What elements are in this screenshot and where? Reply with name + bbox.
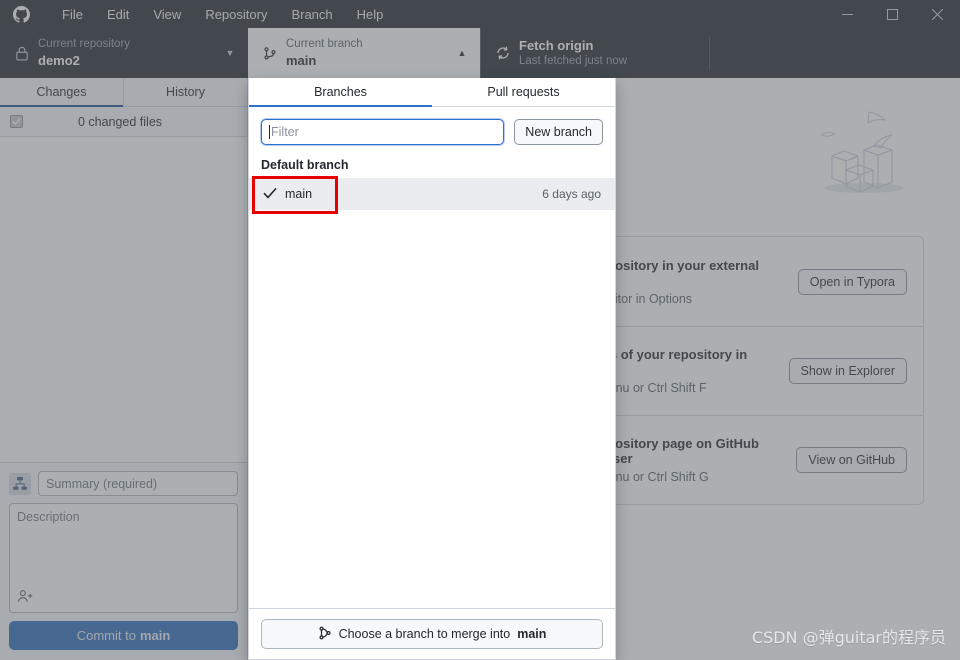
title-bar: File Edit View Repository Branch Help	[0, 0, 960, 28]
branch-updated-time: 6 days ago	[542, 187, 601, 201]
empty-boxes-illustration	[802, 106, 920, 203]
current-repository-button[interactable]: Current repository demo2 ▼	[0, 28, 248, 78]
current-repository-text: Current repository demo2	[38, 37, 222, 69]
changes-sidebar: Changes History 0 changed files Summary …	[0, 78, 248, 660]
tab-branches[interactable]: Branches	[249, 78, 432, 107]
tab-history[interactable]: History	[123, 78, 247, 106]
chevron-up-icon: ▲	[457, 48, 467, 58]
select-all-checkbox[interactable]	[10, 115, 23, 128]
menu-item-edit[interactable]: Edit	[95, 3, 141, 26]
menu-item-file[interactable]: File	[50, 3, 95, 26]
menu-item-view[interactable]: View	[141, 3, 193, 26]
github-logo-icon	[6, 0, 36, 28]
branch-dropdown-popup: Branches Pull requests Filter New branch…	[248, 78, 616, 660]
default-branch-heading: Default branch	[261, 158, 349, 172]
merge-button-branch: main	[517, 627, 547, 641]
fetch-origin-subtitle: Last fetched just now	[519, 55, 628, 67]
branch-filter-input[interactable]: Filter	[261, 119, 505, 145]
menu-bar: File Edit View Repository Branch Help	[50, 3, 395, 26]
maximize-button[interactable]	[870, 0, 915, 28]
current-branch-button[interactable]: Current branch main ▲	[248, 28, 480, 78]
add-coauthor-icon[interactable]	[17, 589, 34, 607]
commit-summary-input[interactable]: Summary (required)	[38, 471, 238, 496]
branch-list-item-main[interactable]: main 6 days ago	[249, 178, 615, 210]
current-branch-text: Current branch main	[286, 37, 454, 69]
minimize-button[interactable]	[825, 0, 870, 28]
current-repository-value: demo2	[38, 53, 80, 68]
new-branch-button[interactable]: New branch	[514, 119, 603, 145]
menu-item-repository[interactable]: Repository	[193, 3, 279, 26]
toolbar-spacer	[710, 28, 960, 78]
branch-filter-row: Filter New branch	[249, 107, 615, 153]
git-branch-icon	[258, 46, 282, 61]
commit-author-icon	[9, 472, 31, 495]
toolbar: Current repository demo2 ▼ Current branc…	[0, 28, 960, 78]
changed-files-count: 0 changed files	[77, 114, 163, 129]
text-cursor	[269, 125, 270, 139]
sidebar-tabs: Changes History	[0, 78, 247, 107]
commit-description-placeholder: Description	[17, 510, 80, 524]
branch-list: main 6 days ago	[249, 178, 615, 608]
tab-pull-requests[interactable]: Pull requests	[432, 78, 615, 106]
current-branch-value: main	[286, 53, 317, 68]
menu-item-help[interactable]: Help	[345, 3, 396, 26]
commit-button-prefix: Commit to	[76, 628, 136, 643]
branch-name: main	[285, 187, 313, 201]
chevron-down-icon: ▼	[225, 48, 235, 58]
menu-item-branch[interactable]: Branch	[279, 3, 344, 26]
merge-branch-button[interactable]: Choose a branch to merge into main	[261, 619, 603, 649]
sync-icon	[491, 45, 515, 61]
branch-popup-footer: Choose a branch to merge into main	[249, 608, 615, 659]
commit-button-branch: main	[139, 628, 171, 643]
commit-description-input[interactable]: Description	[9, 503, 238, 613]
open-in-typora-button[interactable]: Open in Typora	[797, 268, 907, 295]
github-desktop-window: File Edit View Repository Branch Help Cu…	[0, 0, 960, 660]
git-merge-icon	[318, 626, 332, 643]
changed-file-list[interactable]	[0, 137, 247, 462]
view-on-github-button[interactable]: View on GitHub	[796, 447, 907, 473]
merge-button-prefix: Choose a branch to merge into	[338, 627, 511, 641]
commit-button[interactable]: Commit to main	[9, 621, 238, 650]
fetch-origin-title: Fetch origin	[519, 38, 594, 53]
fetch-origin-text: Fetch origin Last fetched just now	[519, 37, 700, 69]
check-icon	[263, 186, 285, 202]
fetch-origin-button[interactable]: Fetch origin Last fetched just now	[480, 28, 710, 78]
commit-area: Summary (required) Description Commit to	[0, 462, 247, 660]
changed-files-header: 0 changed files	[0, 107, 247, 137]
window-controls	[825, 0, 960, 28]
watermark: CSDN @弹guitar的程序员	[751, 628, 946, 647]
lock-icon	[10, 46, 34, 61]
current-repository-caption: Current repository	[38, 38, 131, 50]
branch-filter-placeholder: Filter	[271, 125, 299, 139]
current-branch-caption: Current branch	[286, 38, 363, 50]
tab-changes[interactable]: Changes	[0, 78, 123, 107]
close-button[interactable]	[915, 0, 960, 28]
show-in-explorer-button[interactable]: Show in Explorer	[788, 358, 907, 384]
branch-popup-tabs: Branches Pull requests	[249, 78, 615, 107]
commit-summary-row: Summary (required)	[9, 471, 238, 496]
